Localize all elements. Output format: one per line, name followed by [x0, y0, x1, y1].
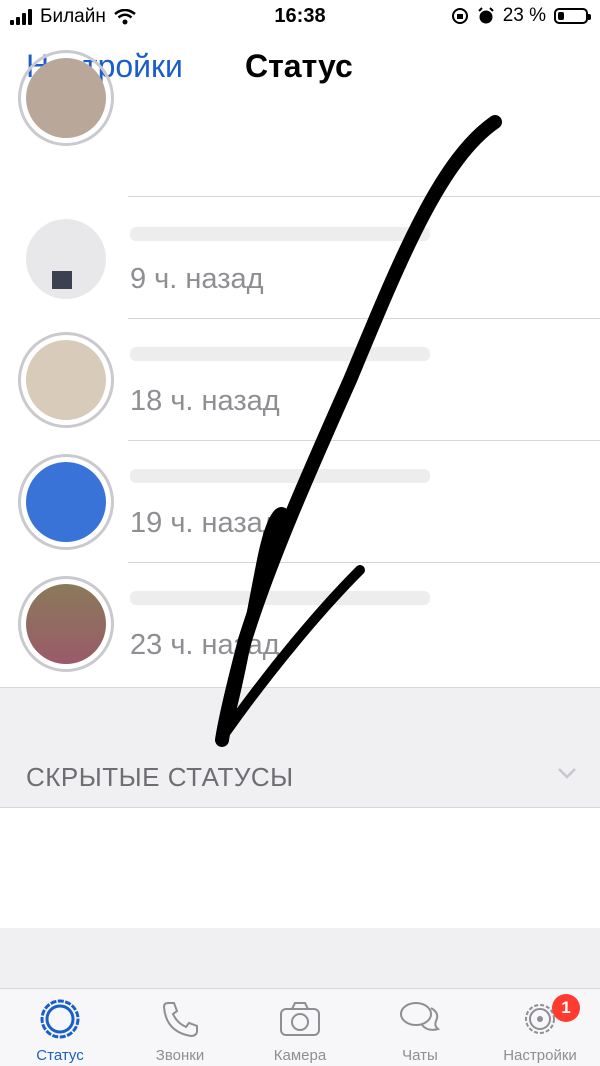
avatar [18, 576, 114, 672]
status-time: 19 ч. назад [130, 507, 280, 539]
avatar [18, 332, 114, 428]
status-author [130, 469, 430, 483]
list-item[interactable]: 19 ч. назад [0, 441, 600, 563]
tab-settings[interactable]: 1 Настройки [480, 989, 600, 1066]
battery-icon [554, 8, 591, 24]
tab-label: Чаты [402, 1047, 438, 1064]
tab-label: Звонки [155, 1047, 205, 1064]
tab-status[interactable]: Статус [0, 989, 120, 1066]
status-bar-right: 23 % [451, 5, 591, 27]
status-time: 23 ч. назад [130, 629, 280, 661]
status-time: 18 ч. назад [130, 385, 280, 417]
battery-percent: 23 % [502, 5, 546, 26]
phone-icon [162, 1002, 198, 1038]
status-author [130, 227, 430, 241]
status-bar: Билайн 16:38 23 % [0, 0, 600, 34]
list-item[interactable] [0, 50, 600, 197]
avatar [18, 211, 114, 307]
status-icon [40, 999, 80, 1039]
orientation-lock-icon [451, 8, 468, 24]
tab-label: Камера [273, 1047, 327, 1064]
status-time: 9 ч. назад [130, 263, 264, 295]
chevron-down-icon[interactable] [556, 762, 578, 784]
avatar [18, 50, 114, 146]
notification-badge: 1 [552, 994, 580, 1022]
tab-label: Статус [36, 1047, 84, 1064]
section-title: СКРЫТЫЕ СТАТУСЫ [26, 762, 294, 792]
tab-camera[interactable]: Камера [240, 989, 360, 1066]
chats-icon [400, 1002, 441, 1031]
status-author [130, 347, 430, 361]
tab-chats[interactable]: Чаты [360, 989, 480, 1066]
status-list: 9 ч. назад 18 ч. назад 19 ч. назад 23 ч.… [0, 50, 600, 685]
hidden-statuses-list[interactable] [0, 807, 600, 929]
list-item[interactable]: 23 ч. назад [0, 563, 600, 685]
tab-calls[interactable]: Звонки [120, 989, 240, 1066]
alarm-icon [477, 7, 494, 24]
hidden-statuses-section[interactable]: СКРЫТЫЕ СТАТУСЫ [0, 687, 600, 808]
camera-icon [280, 1002, 320, 1036]
avatar [18, 454, 114, 550]
list-item[interactable]: 9 ч. назад [0, 197, 600, 319]
page-title: Статус [245, 48, 353, 84]
background-fill [0, 928, 600, 988]
status-author [130, 591, 430, 605]
tab-label: Настройки [503, 1047, 577, 1064]
list-item[interactable]: 18 ч. назад [0, 319, 600, 441]
tab-bar: Статус Звонки Камера Чаты 1 Настройки [0, 988, 600, 1066]
